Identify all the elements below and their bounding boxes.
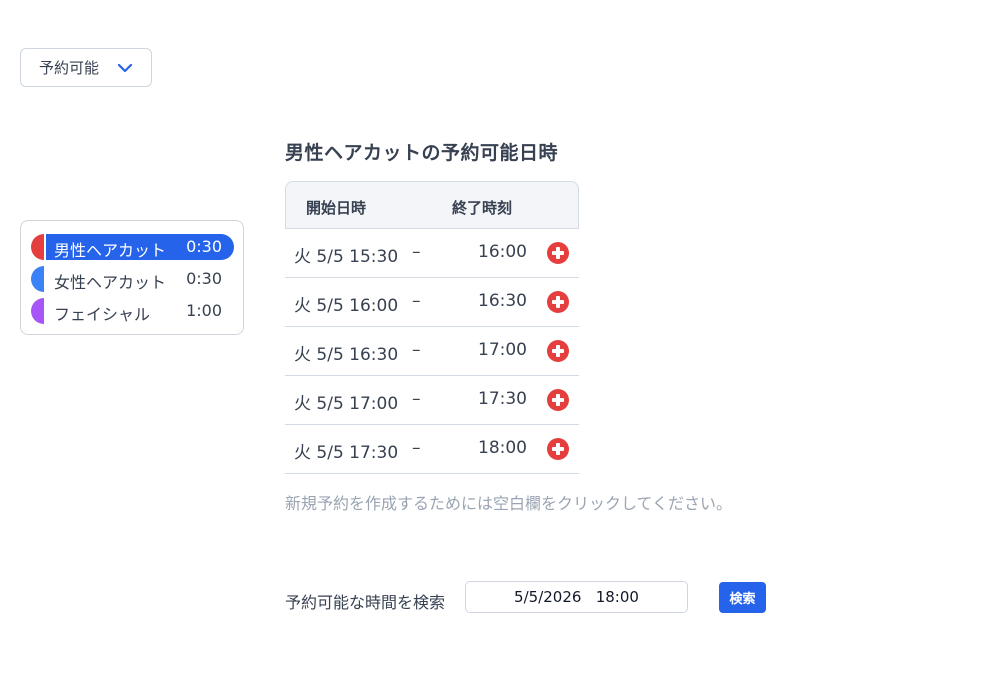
table-row[interactable]: 火 5/5 15:30 – 16:00 xyxy=(285,229,579,278)
service-name: フェイシャル xyxy=(54,305,151,324)
slot-dash: – xyxy=(412,242,421,262)
filter-selected-label: 予約可能 xyxy=(39,59,100,77)
service-list: 男性ヘアカット 0:30 女性ヘアカット 0:30 フェイシャル 1:00 xyxy=(20,220,244,335)
table-row[interactable]: 火 5/5 16:30 – 17:00 xyxy=(285,327,579,376)
slot-end: 17:00 xyxy=(478,340,527,360)
slot-start: 火 5/5 17:30 xyxy=(294,443,399,463)
availability-filter-dropdown[interactable]: 予約可能 xyxy=(20,48,152,87)
table-row[interactable]: 火 5/5 17:30 – 18:00 xyxy=(285,425,579,474)
create-booking-hint: 新規予約を作成するためには空白欄をクリックしてください。 xyxy=(285,494,733,513)
search-button[interactable]: 検索 xyxy=(719,582,766,613)
add-booking-icon[interactable] xyxy=(547,438,569,460)
service-color-marker xyxy=(31,266,44,292)
search-datetime-input[interactable] xyxy=(465,581,688,613)
slot-dash: – xyxy=(412,389,421,409)
availability-table: 開始日時 終了時刻 火 5/5 15:30 – 16:00 火 5/5 16:0… xyxy=(285,181,579,474)
service-name: 男性ヘアカット xyxy=(54,241,167,260)
table-header: 開始日時 終了時刻 xyxy=(285,181,579,229)
table-row[interactable]: 火 5/5 16:00 – 16:30 xyxy=(285,278,579,327)
slot-start: 火 5/5 15:30 xyxy=(294,247,399,267)
slot-dash: – xyxy=(412,340,421,360)
service-item-body: 男性ヘアカット 0:30 xyxy=(46,234,234,260)
service-duration: 0:30 xyxy=(186,269,222,288)
table-row[interactable]: 火 5/5 17:00 – 17:30 xyxy=(285,376,579,425)
service-item-body: フェイシャル 1:00 xyxy=(46,298,234,324)
service-item-womens-haircut[interactable]: 女性ヘアカット 0:30 xyxy=(31,266,235,292)
service-duration: 0:30 xyxy=(186,237,222,256)
chevron-down-icon xyxy=(117,63,133,73)
slot-end: 16:30 xyxy=(478,291,527,311)
service-item-body: 女性ヘアカット 0:30 xyxy=(46,266,234,292)
column-header-start: 開始日時 xyxy=(306,199,367,217)
slot-end: 16:00 xyxy=(478,242,527,262)
slot-start: 火 5/5 16:30 xyxy=(294,345,399,365)
add-booking-icon[interactable] xyxy=(547,242,569,264)
slot-end: 18:00 xyxy=(478,438,527,458)
add-booking-icon[interactable] xyxy=(547,389,569,411)
service-name: 女性ヘアカット xyxy=(54,273,167,292)
slot-dash: – xyxy=(412,438,421,458)
column-header-end: 終了時刻 xyxy=(452,199,513,217)
add-booking-icon[interactable] xyxy=(547,291,569,313)
slot-start: 火 5/5 16:00 xyxy=(294,296,399,316)
slot-end: 17:30 xyxy=(478,389,527,409)
add-booking-icon[interactable] xyxy=(547,340,569,362)
service-item-mens-haircut[interactable]: 男性ヘアカット 0:30 xyxy=(31,234,235,260)
slot-start: 火 5/5 17:00 xyxy=(294,394,399,414)
search-label: 予約可能な時間を検索 xyxy=(285,593,446,612)
service-color-marker xyxy=(31,298,44,324)
service-color-marker xyxy=(31,234,44,260)
page: 予約可能 男性ヘアカット 0:30 女性ヘアカット 0:30 フェイシャル 1:… xyxy=(0,0,984,691)
slot-dash: – xyxy=(412,291,421,311)
service-item-facial[interactable]: フェイシャル 1:00 xyxy=(31,298,235,324)
availability-title: 男性ヘアカットの予約可能日時 xyxy=(285,142,559,164)
service-duration: 1:00 xyxy=(186,301,222,320)
